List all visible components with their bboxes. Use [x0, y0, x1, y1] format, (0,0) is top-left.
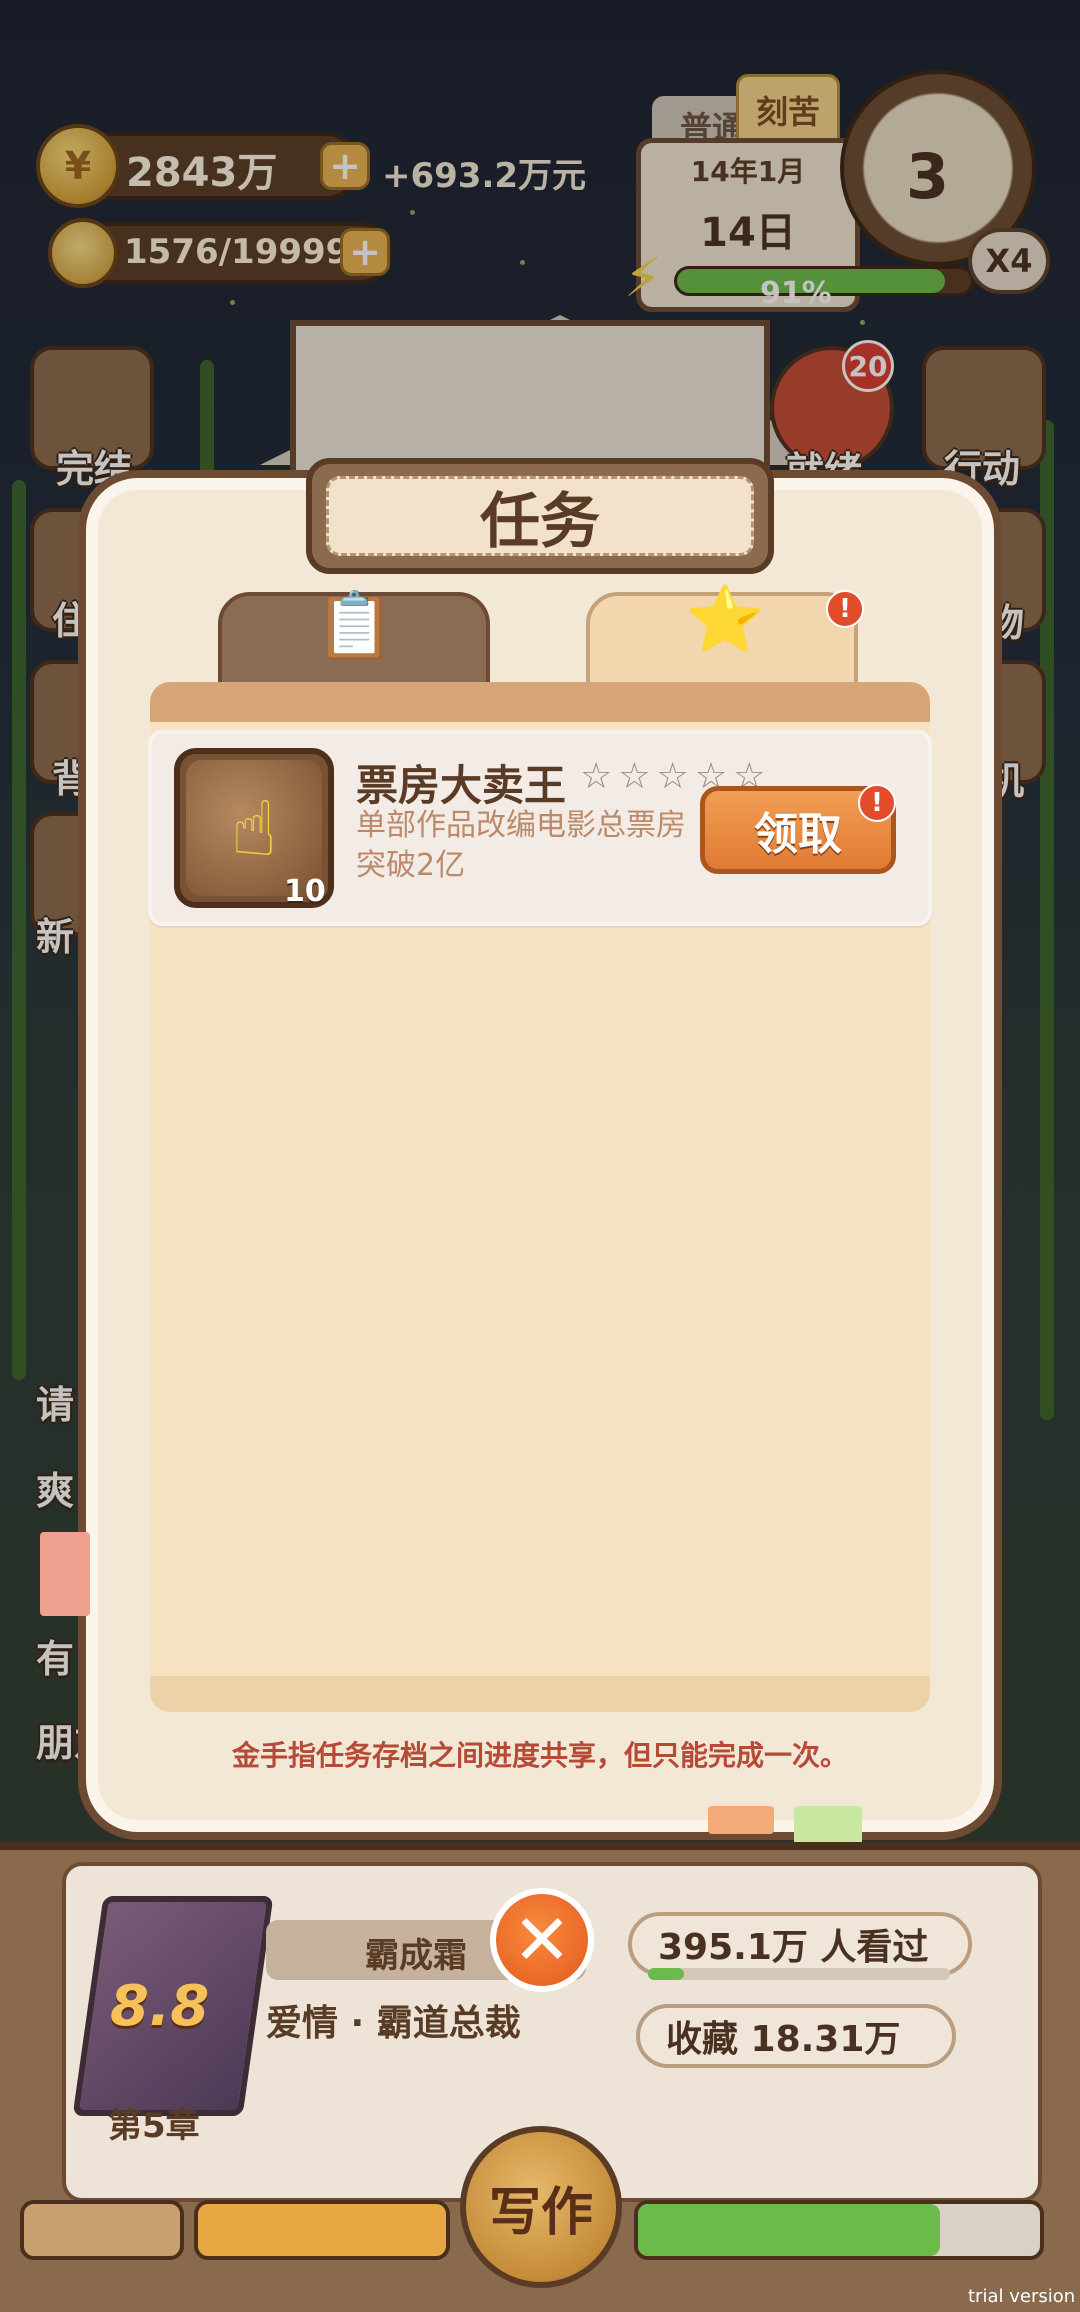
book-score: 8.8 — [110, 1974, 210, 2039]
views-text: 395.1万 人看过 — [658, 1927, 929, 1968]
write-button[interactable]: 写作 — [460, 2126, 622, 2288]
views-progress-bar — [648, 1968, 950, 1980]
claim-alert-icon: ! — [858, 784, 896, 822]
chapter-label: 第5章 — [108, 2106, 200, 2146]
task-title: 票房大卖王 — [356, 761, 567, 810]
favorites-text: 收藏 18.31万 — [666, 2019, 901, 2060]
sticky-note — [40, 1532, 90, 1616]
views-progress-fill — [648, 1968, 685, 1980]
book-genre: 爱情 · 霸道总裁 — [266, 2003, 521, 2044]
close-icon[interactable]: ✕ — [490, 1888, 594, 1992]
bottom-slot[interactable] — [20, 2200, 184, 2260]
list-header — [150, 682, 930, 724]
sticky-note — [708, 1806, 774, 1834]
task-description: 单部作品改编电影总票房突破2亿 — [356, 808, 686, 883]
chapter-progress-fill — [638, 2204, 940, 2256]
list-footer — [150, 1676, 930, 1712]
writing-progress-bar — [194, 2200, 450, 2260]
chapter-progress-bar — [634, 2200, 1044, 2260]
clipboard-icon: 📋 — [315, 588, 395, 663]
task-reward-count: 10 — [284, 874, 326, 909]
tab-alert-icon: ! — [826, 590, 864, 628]
modal-title: 任务 — [480, 486, 600, 557]
modal-note: 金手指任务存档之间进度共享，但只能完成一次。 — [231, 1739, 848, 1772]
views-pill: 395.1万 人看过 — [628, 1912, 972, 1976]
trial-watermark: trial version — [968, 2286, 1076, 2307]
favorites-pill: 收藏 18.31万 — [636, 2004, 956, 2068]
star-badge-icon: ⭐ — [685, 582, 765, 657]
